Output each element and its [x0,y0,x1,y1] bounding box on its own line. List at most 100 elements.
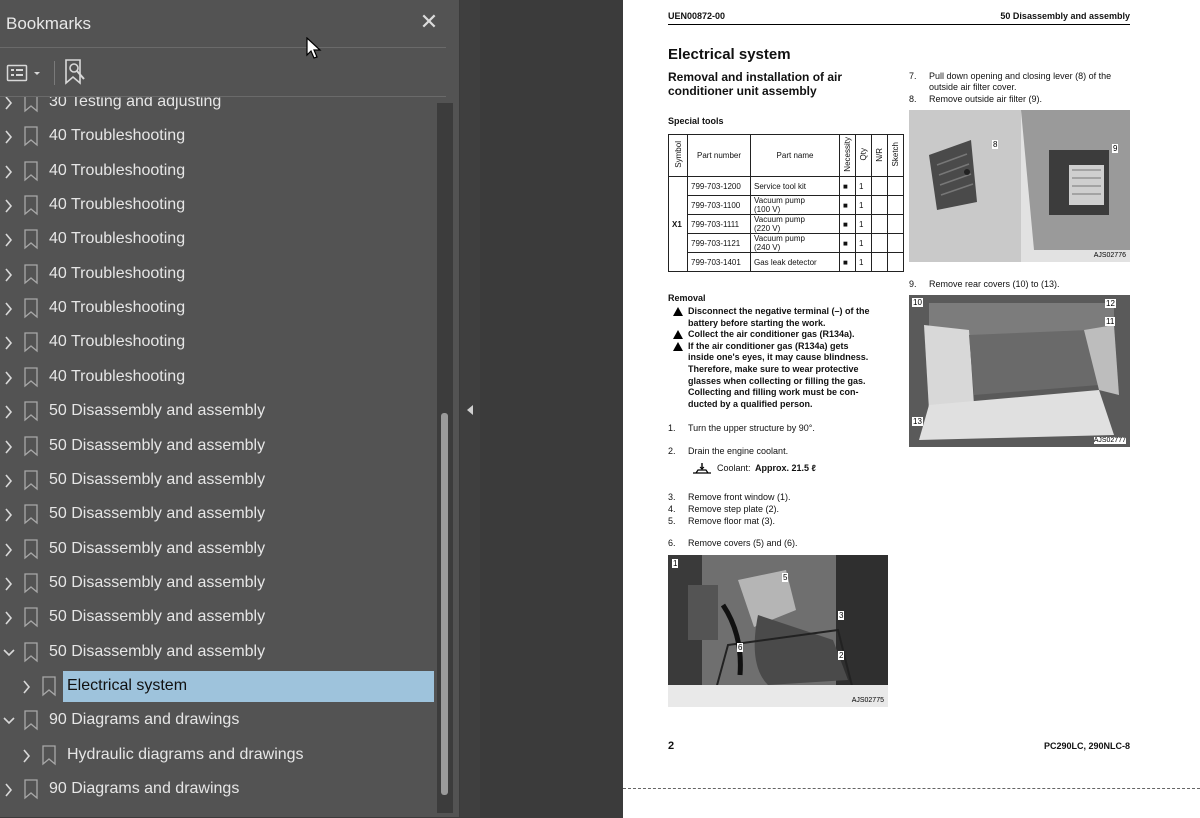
bookmark-item[interactable]: 30 Testing and adjusting [0,97,435,119]
warning-text: If the air conditioner gas (R134a) gets [688,340,849,351]
bookmark-item[interactable]: 90 Diagrams and drawings [0,774,435,806]
bookmark-item[interactable]: 40 Troubleshooting [0,259,435,291]
chevron-right-icon[interactable] [2,541,16,559]
bookmark-icon [24,470,38,491]
step-number: 8. [909,94,917,104]
bookmark-item[interactable]: 50 Disassembly and assembly [0,431,435,463]
find-current-bookmark-button[interactable] [62,57,88,87]
bookmark-icon [24,97,38,113]
bookmark-label: 50 Disassembly and assembly [49,539,266,557]
collapse-panel-button[interactable] [463,402,477,418]
bookmark-options-button[interactable] [6,61,46,85]
step-text: Remove rear covers (10) to (13). [929,279,1060,289]
bookmark-item[interactable]: 50 Disassembly and assembly [0,637,435,669]
chevron-right-icon[interactable] [2,472,16,490]
chevron-right-icon[interactable] [2,575,16,593]
chevron-right-icon[interactable] [2,128,16,146]
warning-text: Collect the air conditioner gas (R134a). [688,329,855,340]
bookmark-icon [24,504,38,525]
bookmark-icon [24,332,38,353]
bookmark-item[interactable]: 40 Troubleshooting [0,293,435,325]
bookmark-icon [24,195,38,216]
bookmark-label: Hydraulic diagrams and drawings [67,745,304,763]
find-bookmark-icon [65,59,85,85]
bookmark-item[interactable]: 50 Disassembly and assembly [0,396,435,428]
bookmarks-header: Bookmarks ✕ [0,0,459,48]
special-tools-heading: Special tools [668,116,724,126]
table-row: 799-703-1100 Vacuum pump (100 V) ■ 1 [669,195,904,215]
page-number: 2 [668,740,675,752]
qty-cell: 1 [855,214,872,234]
step-number: 1. [668,423,676,433]
bookmark-item[interactable]: 40 Troubleshooting [0,327,435,359]
bookmark-item[interactable]: 50 Disassembly and assembly [0,499,435,531]
coolant-icon [693,463,711,474]
doc-header-chapter: 50 Disassembly and assembly [1000,11,1130,21]
chevron-right-icon[interactable] [2,781,16,799]
bookmark-label: 40 Troubleshooting [49,299,186,317]
bookmark-item[interactable]: 40 Troubleshooting [0,224,435,256]
bookmark-item[interactable]: 40 Troubleshooting [0,190,435,222]
step-text: Turn the upper structure by 90°. [688,423,815,433]
chevron-right-icon[interactable] [2,609,16,627]
bookmark-item[interactable]: 40 Troubleshooting [0,121,435,153]
bookmark-label: 40 Troubleshooting [49,230,186,248]
bookmarks-panel: Bookmarks ✕ 30 Testing and adjusting 40 T… [0,0,459,817]
callout-3: 3 [838,611,845,620]
chevron-right-icon[interactable] [2,231,16,249]
chevron-right-icon[interactable] [2,197,16,215]
table-row: 799-703-1401 Gas leak detector ■ 1 [669,252,904,272]
sketch-cell [887,214,904,234]
warning-text: Disconnect the negative terminal (–) of … [688,306,870,316]
bookmark-icon [24,126,38,147]
bookmark-item[interactable]: 40 Troubleshooting [0,362,435,394]
document-page: UEN00872-00 50 Disassembly and assembly … [623,0,1200,788]
col-nr: N/R [871,134,888,177]
scrollbar-thumb[interactable] [441,413,448,795]
part-name-cell: Vacuum pump (240 V) [750,233,840,253]
callout-8: 8 [992,140,999,149]
step-number: 6. [668,538,676,548]
warning-icon [673,341,683,351]
bookmark-item[interactable]: 50 Disassembly and assembly [0,534,435,566]
chevron-right-icon[interactable] [2,266,16,284]
bookmark-item[interactable]: 40 Troubleshooting [0,156,435,188]
part-name-cell: Vacuum pump (100 V) [750,195,840,215]
col-qty: Qty [855,134,872,177]
chevron-right-icon[interactable] [20,678,34,696]
bookmark-item[interactable]: 50 Disassembly and assembly [0,465,435,497]
chevron-right-icon[interactable] [2,438,16,456]
chevron-right-icon[interactable] [2,163,16,181]
warning-text: Collecting and filling work must be con- [688,387,859,398]
chevron-right-icon[interactable] [2,300,16,318]
chevron-right-icon[interactable] [20,747,34,765]
close-panel-button[interactable]: ✕ [416,10,442,36]
bookmark-item[interactable]: 90 Diagrams and drawings [0,705,435,737]
warning-text: ducted by a qualified person. [688,398,813,409]
chevron-down-icon[interactable] [2,644,16,662]
model-footer: PC290LC, 290NLC-8 [1043,741,1130,751]
step-text: Remove front window (1). [688,492,791,502]
qty-cell: 1 [855,252,872,272]
chevron-right-icon[interactable] [2,506,16,524]
table-row: X1 799-703-1200 Service tool kit ■ 1 [668,176,904,272]
bookmark-item[interactable]: 50 Disassembly and assembly [0,602,435,634]
callout-12: 12 [1105,299,1116,308]
cab-floor-illustration [668,555,888,707]
bookmark-item[interactable]: 50 Disassembly and assembly [0,568,435,600]
chevron-right-icon[interactable] [2,369,16,387]
step-number: 7. [909,71,917,81]
coolant-value: Approx. 21.5 ℓ [755,463,816,473]
figure-caption-1: AJS02775 [851,697,884,704]
chevron-right-icon[interactable] [2,403,16,421]
chevron-right-icon[interactable] [2,334,16,352]
chevron-down-icon[interactable] [2,712,16,730]
chevron-right-icon[interactable] [2,97,16,112]
bookmark-icon [24,229,38,250]
callout-10: 10 [912,298,923,307]
bookmark-item-selected[interactable]: Electrical system [0,671,435,703]
bookmark-icon [24,779,38,800]
bookmark-icon [24,264,38,285]
bookmark-item[interactable]: Hydraulic diagrams and drawings [0,740,435,772]
bookmark-icon [24,435,38,456]
